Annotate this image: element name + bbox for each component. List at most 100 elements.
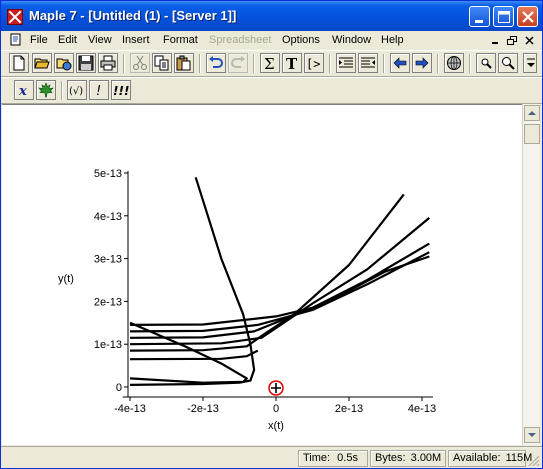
x-tick-label: 4e-13 xyxy=(408,403,436,415)
menu-format[interactable]: Format xyxy=(163,34,198,46)
chevron-down-icon xyxy=(527,58,535,67)
toolbar-separator xyxy=(437,54,439,73)
indent-left-icon xyxy=(339,57,353,68)
evaluate-button[interactable]: (√) xyxy=(67,80,87,100)
menu-window[interactable]: Window xyxy=(332,34,371,46)
menu-file[interactable]: File xyxy=(30,34,48,46)
save-button[interactable] xyxy=(76,53,96,73)
window-title: Maple 7 - [Untitled (1) - [Server 1]] xyxy=(29,8,237,23)
close-button[interactable] xyxy=(517,6,538,27)
mdi-close-button[interactable] xyxy=(523,34,537,47)
main-toolbar: Σ T [> xyxy=(1,50,542,77)
menu-edit[interactable]: Edit xyxy=(58,34,77,46)
maple-window: Maple 7 - [Untitled (1) - [Server 1]] Fi… xyxy=(0,0,543,469)
back-button[interactable] xyxy=(390,53,410,73)
title-bar[interactable]: Maple 7 - [Untitled (1) - [Server 1]] xyxy=(1,1,542,31)
mdi-minimize-button[interactable] xyxy=(488,34,502,47)
document-menu-icon[interactable] xyxy=(9,33,23,47)
zoom-out-button[interactable] xyxy=(498,53,518,73)
prompt-icon: [> xyxy=(306,57,320,71)
sum-button[interactable]: Σ xyxy=(260,53,280,73)
exclamation-icon: ! xyxy=(96,84,101,98)
minimize-button[interactable] xyxy=(469,6,490,27)
maximize-icon xyxy=(498,11,510,23)
math-mode-button[interactable]: x xyxy=(14,80,34,100)
menu-insert[interactable]: Insert xyxy=(122,34,150,46)
svg-text:!: ! xyxy=(96,84,101,98)
print-button[interactable] xyxy=(98,53,118,73)
redo-icon xyxy=(231,56,245,68)
plot-curve-6 xyxy=(129,349,259,361)
menu-spreadsheet[interactable]: Spreadsheet xyxy=(209,34,271,46)
expand-section-button[interactable] xyxy=(358,53,378,73)
x-tick-label: -4e-13 xyxy=(114,403,146,415)
paste-button[interactable] xyxy=(174,53,194,73)
vertical-scrollbar[interactable] xyxy=(522,104,540,445)
open-folder-icon xyxy=(34,58,50,69)
input-prompt-button[interactable]: [> xyxy=(304,53,324,73)
magnifier-icon xyxy=(502,57,515,70)
plot-curve-1 xyxy=(129,255,430,326)
x-tick-label: -2e-13 xyxy=(187,403,219,415)
text-t-icon: T xyxy=(286,55,298,71)
y-tick-label: 5e-13 xyxy=(94,168,122,180)
floppy-disk-icon xyxy=(78,55,94,71)
scissors-icon xyxy=(133,55,147,70)
copy-button[interactable] xyxy=(152,53,172,73)
scroll-down-icon xyxy=(528,433,536,437)
plot-curve-2 xyxy=(129,251,430,333)
toolbar-separator xyxy=(329,54,331,73)
mdi-minimize-icon xyxy=(492,42,498,44)
menu-bar: File Edit View Insert Format Spreadsheet… xyxy=(1,31,542,50)
x-tick-label: 0 xyxy=(273,403,279,415)
time-value: 0.5s xyxy=(337,452,358,464)
maple-app-icon[interactable] xyxy=(7,9,23,25)
stop-button[interactable] xyxy=(444,53,464,73)
maple-leaf-button[interactable] xyxy=(36,80,56,100)
parametric-plot[interactable]: -4e-13 -2e-13 0 2e-13 4e-13 0 1e-13 2e-13 3e-13 4… xyxy=(2,105,522,446)
toolbar-overflow-button[interactable] xyxy=(523,53,537,73)
status-available: Available: 115M xyxy=(448,450,532,467)
left-arrow-icon xyxy=(393,57,407,69)
forward-button[interactable] xyxy=(412,53,432,73)
execute-all-button[interactable]: !!! xyxy=(111,80,131,100)
x-axis-label: x(t) xyxy=(268,420,284,432)
y-tick-label: 0 xyxy=(116,382,122,394)
globe-stop-icon xyxy=(447,56,461,70)
svg-text:Σ: Σ xyxy=(264,55,275,71)
time-label: Time: xyxy=(303,452,331,464)
open-url-icon xyxy=(56,58,72,71)
printer-icon xyxy=(100,55,116,71)
status-bytes: Bytes: 3.00M xyxy=(370,450,446,467)
zoom-in-button[interactable] xyxy=(476,53,496,73)
menu-options[interactable]: Options xyxy=(282,34,320,46)
maximize-button[interactable] xyxy=(493,6,514,27)
y-tick-label: 3e-13 xyxy=(94,254,122,266)
mdi-restore-button[interactable] xyxy=(505,34,519,47)
scroll-down-button[interactable] xyxy=(524,427,540,443)
svg-text:!!!: !!! xyxy=(113,84,129,98)
toolbar-separator xyxy=(61,81,63,100)
scroll-thumb[interactable] xyxy=(524,124,540,144)
open-url-button[interactable] xyxy=(54,53,74,73)
menu-help[interactable]: Help xyxy=(381,34,404,46)
open-button[interactable] xyxy=(32,53,52,73)
cut-button[interactable] xyxy=(130,53,150,73)
redo-button[interactable] xyxy=(228,53,248,73)
toolbar-separator xyxy=(253,54,255,73)
minimize-icon xyxy=(475,20,483,23)
resize-grip-icon[interactable] xyxy=(526,454,540,466)
new-document-button[interactable] xyxy=(9,53,29,73)
menu-view[interactable]: View xyxy=(88,34,112,46)
execute-button[interactable]: ! xyxy=(89,80,109,100)
worksheet-area[interactable]: -4e-13 -2e-13 0 2e-13 4e-13 0 1e-13 2e-13 3e-13 4… xyxy=(2,104,522,445)
indent-right-icon xyxy=(361,57,375,68)
y-tick-label: 2e-13 xyxy=(94,296,122,308)
undo-button[interactable] xyxy=(206,53,226,73)
text-button[interactable]: T xyxy=(282,53,302,73)
scroll-up-button[interactable] xyxy=(524,105,540,121)
collapse-section-button[interactable] xyxy=(336,53,356,73)
y-tick-label: 1e-13 xyxy=(94,339,122,351)
toolbar-separator xyxy=(383,54,385,73)
toolbar-separator xyxy=(123,54,125,73)
